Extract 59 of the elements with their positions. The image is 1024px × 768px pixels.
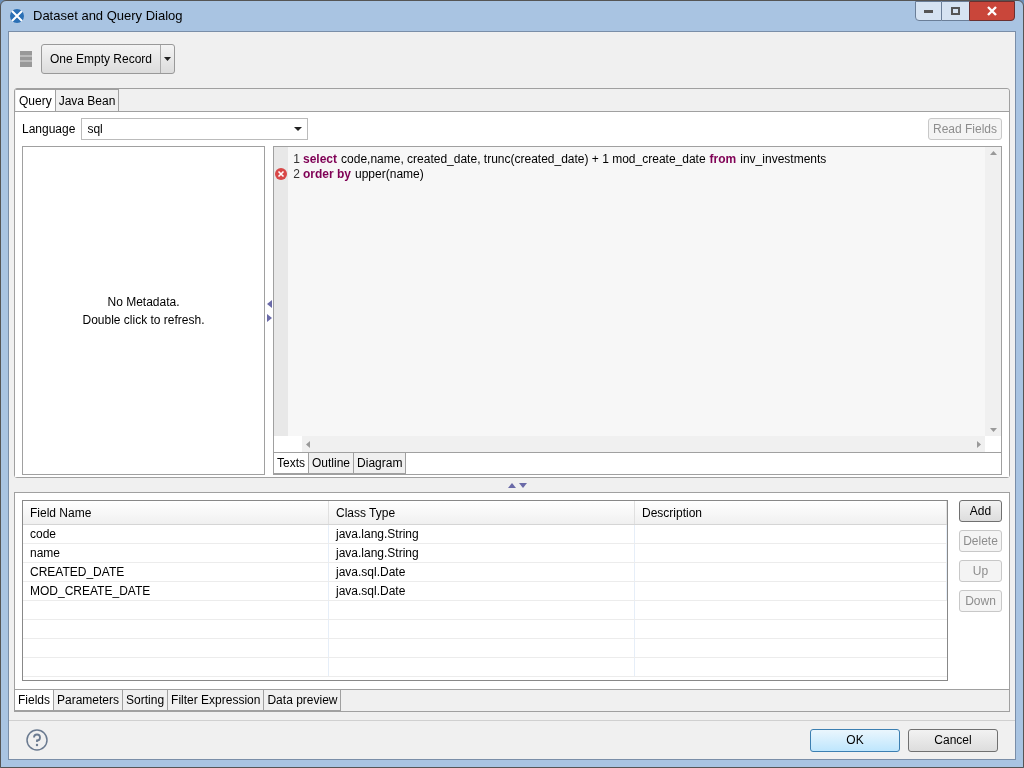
table-cell-text: java.sql.Date: [336, 564, 406, 581]
line-number: 2: [292, 165, 300, 183]
data-source-dropdown[interactable]: One Empty Record: [41, 44, 176, 74]
collapse-left-icon: [266, 299, 272, 308]
minimize-button[interactable]: [915, 1, 942, 21]
dialog-button[interactable]: Cancel: [908, 728, 998, 752]
table-cell-text: java.sql.Date: [336, 583, 406, 600]
tab[interactable]: Data preview: [264, 690, 342, 711]
table-cell-text: name: [30, 545, 61, 562]
table-cell-text: CREATED_DATE: [30, 564, 125, 581]
tab[interactable]: Query: [16, 89, 56, 111]
language-label: Language: [22, 121, 76, 138]
expand-right-icon: [266, 313, 272, 322]
close-icon: [986, 6, 998, 16]
column-header[interactable]: Class Type: [329, 501, 635, 524]
maximize-button[interactable]: [942, 1, 969, 21]
sql-editor[interactable]: 1 select code,name, created_date, trunc(created_date) + 1 mod_create_date from inv_investments 2 order by upper(name) Texts Outline Diagram: [273, 146, 1002, 475]
vertical-scrollbar[interactable]: [985, 147, 1001, 436]
dropdown-label: One Empty Record: [49, 51, 154, 68]
horizontal-scrollbar[interactable]: [302, 436, 985, 452]
caret-icon: [164, 57, 172, 61]
line-number: 1: [292, 150, 300, 168]
metadata-hint: Double click to refresh.: [82, 311, 205, 329]
dialog-button[interactable]: OK: [810, 728, 900, 752]
help-icon[interactable]: [26, 729, 48, 751]
sql-keyword: from: [709, 150, 737, 168]
app-icon: [9, 8, 25, 24]
column-header[interactable]: Description: [635, 501, 947, 524]
scroll-up-icon: [989, 151, 997, 155]
sql-keyword: select: [303, 150, 338, 168]
close-button[interactable]: [969, 1, 1015, 21]
tab[interactable]: Parameters: [54, 690, 124, 711]
language-select[interactable]: sql: [81, 118, 309, 140]
sql-text: inv_investments: [740, 150, 827, 168]
table-cell-text: MOD_CREATE_DATE: [30, 583, 151, 600]
table-cell-text: code: [30, 526, 57, 543]
caret-icon: [294, 127, 303, 131]
scroll-left-icon: [306, 440, 310, 448]
action-button[interactable]: Add: [959, 500, 1002, 522]
table-cell-text: java.lang.String: [336, 526, 419, 543]
scroll-down-icon: [989, 428, 997, 432]
sql-text: upper(name): [355, 166, 424, 183]
sql-keyword: order by: [303, 165, 351, 183]
window-title: Dataset and Query Dialog: [33, 7, 183, 26]
scroll-right-icon: [977, 440, 981, 448]
sql-text: code,name, created_date, trunc(created_date) + 1 mod_create_date: [341, 150, 706, 168]
tab[interactable]: Fields: [15, 690, 54, 711]
tab[interactable]: Texts: [274, 453, 309, 474]
tab[interactable]: Diagram: [354, 453, 407, 474]
tab[interactable]: Java Bean: [55, 89, 120, 111]
tab[interactable]: Filter Expression: [168, 690, 265, 711]
tab[interactable]: Outline: [309, 453, 355, 474]
database-icon: [19, 50, 33, 68]
tab[interactable]: Sorting: [123, 690, 169, 711]
metadata-message: No Metadata.: [107, 293, 180, 311]
table-cell-text: java.lang.String: [336, 545, 419, 562]
column-header[interactable]: Field Name: [23, 501, 329, 524]
splitter-up-icon: [507, 482, 516, 488]
splitter-down-icon: [518, 482, 527, 488]
